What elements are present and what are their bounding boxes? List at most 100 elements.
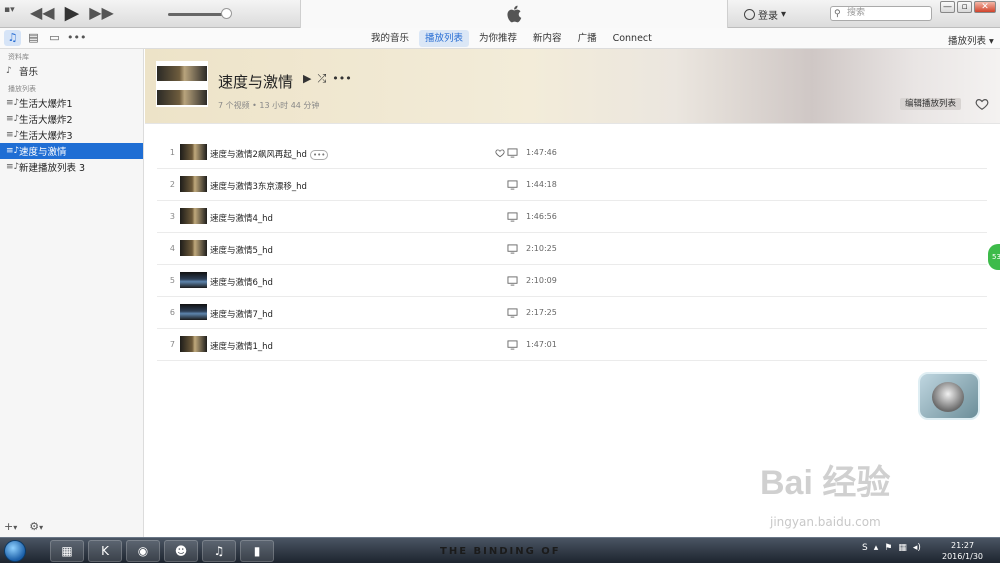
tab-for-you[interactable]: 为你推荐 xyxy=(473,30,523,47)
sidebar-playlist-item-selected[interactable]: ≡♪ 速度与激情 xyxy=(0,143,143,159)
playlist-artwork xyxy=(156,61,208,107)
login-button[interactable]: 登录 ▾ xyxy=(744,7,786,22)
music-note-icon: ♪ xyxy=(6,66,12,76)
transport-controls: ◀◀ ▶ ▶▶ xyxy=(30,4,114,23)
shuffle-icon[interactable]: ⤮ xyxy=(317,72,326,86)
playlists-header: 播放列表 xyxy=(8,85,36,93)
sidebar-playlist-item[interactable]: ≡♪ 新建播放列表 3 xyxy=(0,159,143,175)
heart-icon[interactable] xyxy=(495,148,505,158)
sidebar-playlist-item[interactable]: ≡♪ 生活大爆炸2 xyxy=(0,111,143,127)
taskbar-banner-text: THE BINDING OF xyxy=(440,546,561,557)
desktop-widget[interactable] xyxy=(918,372,980,420)
more-icon[interactable]: ••• xyxy=(332,72,351,86)
search-icon: ⚲ xyxy=(834,9,841,19)
table-row[interactable]: 4 速度与激情5_hd 2:10:25 xyxy=(157,233,987,265)
minimize-button[interactable]: — xyxy=(940,1,955,13)
taskbar-app-k[interactable]: K xyxy=(88,540,122,562)
start-button[interactable] xyxy=(4,540,26,562)
network-icon[interactable]: ▦ xyxy=(898,543,907,553)
flag-icon[interactable]: ⚑ xyxy=(884,543,892,553)
chevron-down-icon: ▾ xyxy=(13,523,18,532)
playlist-title: 速度与激情 xyxy=(218,73,294,91)
taskbar-app-itunes[interactable]: ♫ xyxy=(202,540,236,562)
sidebar-playlist-item[interactable]: ≡♪ 生活大爆炸1 xyxy=(0,95,143,111)
playlist-icon: ≡♪ xyxy=(6,130,20,140)
window-menu-icon[interactable]: ▪▾ xyxy=(4,5,15,15)
tab-new[interactable]: 新内容 xyxy=(527,30,568,47)
table-row[interactable]: 2 速度与激情3东京漂移_hd 1:44:18 xyxy=(157,169,987,201)
add-playlist-button[interactable]: +▾ xyxy=(4,520,17,533)
rewind-icon[interactable]: ◀◀ xyxy=(30,4,55,22)
table-row[interactable]: 1 速度与激情2飙风再起_hd ••• 1:47:46 xyxy=(157,137,987,169)
track-duration: 1:47:46 xyxy=(526,148,557,157)
sogou-icon[interactable]: S xyxy=(862,543,868,553)
close-button[interactable]: ✕ xyxy=(974,1,996,13)
more-icon[interactable]: ••• xyxy=(309,150,329,160)
tv-icon[interactable]: ▭ xyxy=(46,30,63,46)
table-row[interactable]: 6 速度与激情7_hd 2:17:25 xyxy=(157,297,987,329)
taskbar-app-window[interactable]: ▮ xyxy=(240,540,274,562)
taskbar-app-color[interactable]: ◉ xyxy=(126,540,160,562)
more-icon[interactable]: ••• xyxy=(67,30,86,46)
watermark: Bai 经验 jingyan.baidu.com xyxy=(760,455,891,529)
system-clock[interactable]: 21:27 2016/1/30 xyxy=(942,540,983,562)
search-input[interactable]: ⚲ 搜索 xyxy=(830,6,932,21)
video-thumbnail xyxy=(180,304,207,320)
tiles-icon: ▦ xyxy=(61,544,73,558)
plus-icon: + xyxy=(4,520,14,533)
tv-icon xyxy=(507,244,518,254)
tab-connect[interactable]: Connect xyxy=(607,30,658,47)
track-number: 4 xyxy=(169,244,175,253)
chevron-down-icon: ▾ xyxy=(989,36,994,47)
track-title: 速度与激情5_hd xyxy=(210,246,273,256)
view-dropdown[interactable]: 播放列表 ▾ xyxy=(948,33,994,47)
tab-radio[interactable]: 广播 xyxy=(572,30,603,47)
maximize-button[interactable]: ▫ xyxy=(957,1,972,13)
taskbar-app-tiles[interactable]: ▦ xyxy=(50,540,84,562)
table-row[interactable]: 5 速度与激情6_hd 2:10:09 xyxy=(157,265,987,297)
track-duration: 1:44:18 xyxy=(526,180,557,189)
volume-slider[interactable] xyxy=(168,13,228,16)
watermark-logo: Bai 经验 xyxy=(760,464,891,502)
playlist-icon: ≡♪ xyxy=(6,146,20,156)
table-row[interactable]: 7 速度与激情1_hd 1:47:01 xyxy=(157,329,987,361)
tv-icon xyxy=(507,148,518,158)
table-row[interactable]: 3 速度与激情4_hd 1:46:56 xyxy=(157,201,987,233)
video-thumbnail xyxy=(180,272,207,288)
play-icon[interactable]: ▶ xyxy=(65,4,80,23)
sidebar-playlist-item[interactable]: ≡♪ 生活大爆炸3 xyxy=(0,127,143,143)
artwork-frame xyxy=(157,66,207,81)
sidebar-item-music[interactable]: ♪ 音乐 xyxy=(0,63,143,79)
chevron-up-icon[interactable]: ▴ xyxy=(874,543,879,553)
player-toolbar: ▪▾ ◀◀ ▶ ▶▶ 登录 ▾ ⚲ 搜索 — ▫ ✕ xyxy=(0,0,1000,28)
film-icon[interactable]: ▤ xyxy=(25,30,42,46)
music-note-icon[interactable]: ♫ xyxy=(4,30,21,46)
heart-icon[interactable] xyxy=(975,97,989,111)
view-dropdown-label: 播放列表 xyxy=(948,36,987,47)
play-icon[interactable]: ▶ xyxy=(303,72,311,86)
settings-button[interactable]: ⚙▾ xyxy=(29,520,43,533)
sidebar-item-label: 速度与激情 xyxy=(19,147,67,158)
tv-icon xyxy=(507,308,518,318)
floating-side-badge[interactable]: 53 xyxy=(988,244,1000,270)
taskbar-app-game[interactable]: ☻ xyxy=(164,540,198,562)
sidebar-item-label: 生活大爆炸1 xyxy=(19,99,73,110)
taskbar: ▦ K ◉ ☻ ♫ ▮ THE BINDING OF S ▴ ⚑ ▦ ◂) 21… xyxy=(0,537,1000,563)
playlist-icon: ≡♪ xyxy=(6,114,20,124)
tab-playlists[interactable]: 播放列表 xyxy=(419,30,470,47)
track-title: 速度与激情3东京漂移_hd xyxy=(210,182,307,192)
track-title: 速度与激情2飙风再起_hd xyxy=(210,150,307,160)
volume-knob[interactable] xyxy=(221,8,232,19)
playlist-meta: 7 个视频 • 13 小时 44 分钟 xyxy=(218,101,320,110)
video-thumbnail xyxy=(180,336,207,352)
edit-playlist-button[interactable]: 编辑播放列表 xyxy=(900,98,962,110)
tab-my-music[interactable]: 我的音乐 xyxy=(365,30,415,47)
track-duration: 1:46:56 xyxy=(526,212,557,221)
volume-icon[interactable]: ◂) xyxy=(913,543,921,553)
color-wheel-icon: ◉ xyxy=(137,544,149,558)
gear-icon: ⚙ xyxy=(29,520,40,533)
video-thumbnail xyxy=(180,240,207,256)
track-duration: 1:47:01 xyxy=(526,340,557,349)
artwork-frame xyxy=(157,90,207,105)
fast-forward-icon[interactable]: ▶▶ xyxy=(89,4,114,22)
